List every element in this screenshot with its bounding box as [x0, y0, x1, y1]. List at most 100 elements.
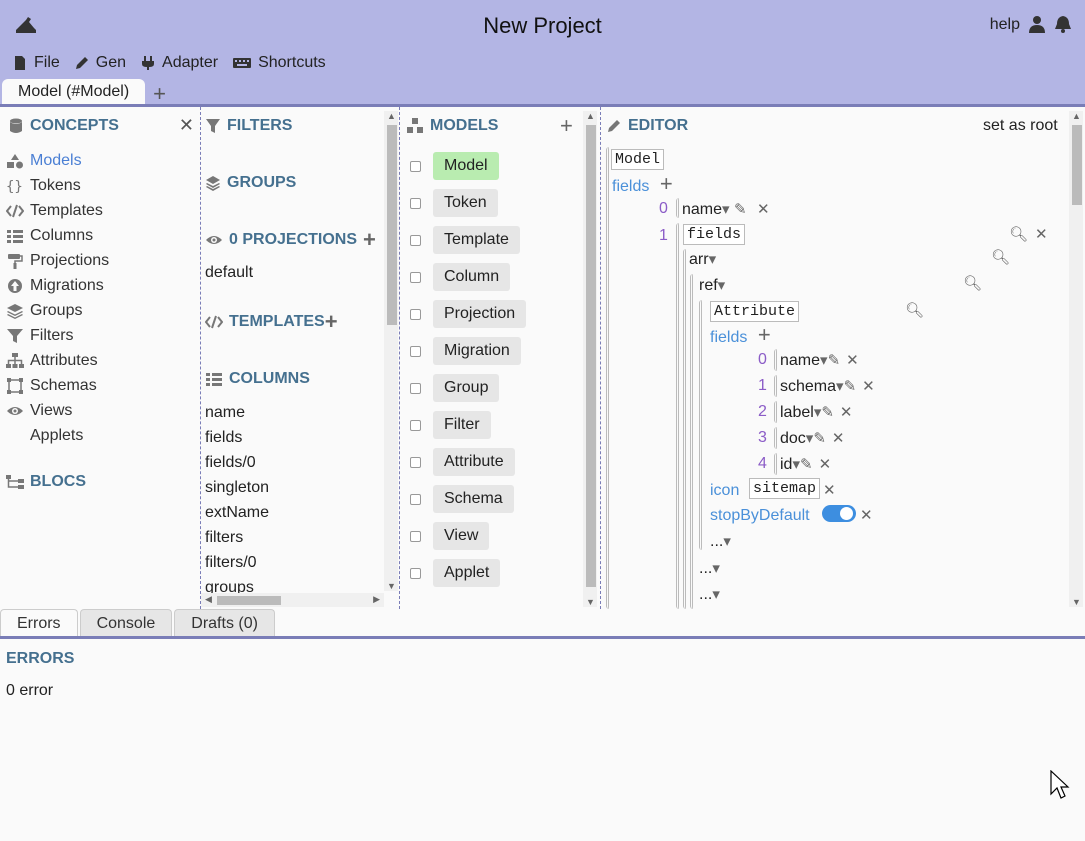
- close-icon[interactable]: ✕: [846, 352, 859, 369]
- field-name[interactable]: name: [780, 352, 820, 369]
- model-chip[interactable]: Filter: [433, 411, 491, 439]
- concept-attributes[interactable]: Attributes: [6, 348, 109, 373]
- tab-drafts[interactable]: Drafts (0): [174, 609, 275, 637]
- model-checkbox[interactable]: [410, 271, 421, 283]
- model-chip[interactable]: Migration: [433, 337, 521, 365]
- model-checkbox[interactable]: [410, 530, 421, 542]
- scroll-thumb[interactable]: [586, 125, 596, 587]
- concept-views[interactable]: Views: [6, 398, 109, 423]
- close-icon[interactable]: ✕: [823, 481, 836, 499]
- close-icon[interactable]: ✕: [1035, 225, 1048, 243]
- model-chip[interactable]: Schema: [433, 485, 514, 513]
- search-icon[interactable]: 🔍︎: [991, 248, 1010, 266]
- help-link[interactable]: help: [990, 16, 1020, 34]
- model-chip[interactable]: View: [433, 522, 490, 550]
- search-icon[interactable]: 🔍︎: [1009, 225, 1028, 243]
- editor-vscrollbar[interactable]: ▲ ▼: [1069, 111, 1083, 607]
- tab-console[interactable]: Console: [79, 609, 173, 637]
- filters-vscrollbar[interactable]: ▲ ▼: [384, 111, 398, 591]
- projections-title[interactable]: 0 PROJECTIONS +: [205, 229, 376, 251]
- chevron-down-icon[interactable]: ▾: [722, 201, 730, 218]
- attribute-type-field[interactable]: Attribute: [710, 301, 800, 322]
- ellipsis-node[interactable]: ...▾: [699, 585, 720, 604]
- concept-models[interactable]: Models: [6, 148, 109, 173]
- close-icon[interactable]: ✕: [832, 430, 845, 447]
- concept-schemas[interactable]: Schemas: [6, 373, 109, 398]
- menu-file[interactable]: File: [12, 54, 60, 72]
- pencil-icon[interactable]: ✎: [734, 201, 747, 218]
- models-vscrollbar[interactable]: ▲ ▼: [583, 111, 597, 607]
- set-as-root-button[interactable]: set as root: [983, 117, 1058, 135]
- pencil-icon[interactable]: ✎: [828, 352, 841, 369]
- add-tab-button[interactable]: +: [153, 83, 166, 105]
- model-checkbox[interactable]: [410, 197, 421, 209]
- stop-by-default-toggle[interactable]: [822, 505, 856, 523]
- concept-tokens[interactable]: {} Tokens: [6, 173, 109, 198]
- field-name[interactable]: id: [780, 456, 792, 473]
- pencil-icon[interactable]: ✎: [821, 404, 834, 421]
- column-item[interactable]: extName: [205, 504, 269, 522]
- ref-node[interactable]: ref▾: [699, 276, 725, 295]
- pencil-icon[interactable]: ✎: [813, 430, 826, 447]
- add-field-button[interactable]: +: [660, 171, 673, 196]
- add-model-button[interactable]: +: [560, 115, 573, 137]
- menu-gen[interactable]: Gen: [74, 54, 126, 72]
- ellipsis-node[interactable]: ...▾: [699, 559, 720, 578]
- field-name[interactable]: doc: [780, 430, 806, 447]
- model-checkbox[interactable]: [410, 493, 421, 505]
- fields-type-field[interactable]: fields: [683, 224, 746, 245]
- add-template-button[interactable]: +: [325, 311, 338, 333]
- model-chip[interactable]: Applet: [433, 559, 501, 587]
- field-name[interactable]: label: [780, 404, 814, 421]
- pencil-icon[interactable]: ✎: [844, 378, 857, 395]
- concept-applets[interactable]: Applets: [6, 423, 109, 448]
- search-icon[interactable]: 🔍︎: [905, 301, 924, 319]
- scroll-thumb[interactable]: [387, 125, 397, 325]
- column-item[interactable]: filters: [205, 529, 243, 547]
- filters-hscrollbar[interactable]: ◀ ▶: [201, 593, 384, 607]
- model-checkbox[interactable]: [410, 382, 421, 394]
- concept-filters[interactable]: Filters: [6, 323, 109, 348]
- concept-groups[interactable]: Groups: [6, 298, 109, 323]
- filters-title[interactable]: FILTERS: [205, 117, 292, 135]
- model-chip[interactable]: Attribute: [433, 448, 515, 476]
- columns-title[interactable]: COLUMNS: [205, 370, 310, 388]
- templates-title[interactable]: TEMPLATES +: [205, 311, 338, 333]
- concept-projections[interactable]: Projections: [6, 248, 109, 273]
- arr-node[interactable]: arr▾: [689, 250, 716, 269]
- model-checkbox[interactable]: [410, 345, 421, 357]
- projection-default[interactable]: default: [205, 264, 253, 282]
- model-checkbox[interactable]: [410, 234, 421, 246]
- model-chip[interactable]: Model: [433, 152, 499, 180]
- tab-errors[interactable]: Errors: [0, 609, 78, 637]
- close-icon[interactable]: ✕: [840, 404, 853, 421]
- groups-title[interactable]: GROUPS: [205, 174, 296, 192]
- user-icon[interactable]: [1028, 15, 1046, 33]
- model-chip[interactable]: Projection: [433, 300, 527, 328]
- blocs-title[interactable]: BLOCS: [6, 473, 86, 491]
- field-name[interactable]: schema: [780, 378, 836, 395]
- root-type-field[interactable]: Model: [611, 149, 665, 170]
- search-icon[interactable]: 🔍︎: [963, 274, 982, 292]
- model-chip[interactable]: Group: [433, 374, 500, 402]
- scroll-thumb[interactable]: [217, 596, 281, 605]
- close-icon[interactable]: ✕: [862, 378, 875, 395]
- chevron-down-icon[interactable]: ▾: [836, 378, 844, 395]
- model-chip[interactable]: Column: [433, 263, 511, 291]
- scroll-thumb[interactable]: [1072, 125, 1082, 205]
- concept-columns[interactable]: Columns: [6, 223, 109, 248]
- model-checkbox[interactable]: [410, 308, 421, 320]
- tab-model[interactable]: Model (#Model): [2, 79, 146, 105]
- column-item[interactable]: fields: [205, 429, 242, 447]
- column-item[interactable]: filters/0: [205, 554, 257, 572]
- model-chip[interactable]: Template: [433, 226, 520, 254]
- column-item[interactable]: singleton: [205, 479, 269, 497]
- chevron-down-icon[interactable]: ▾: [792, 456, 800, 473]
- concept-templates[interactable]: Templates: [6, 198, 109, 223]
- icon-value-field[interactable]: sitemap: [749, 478, 821, 499]
- column-item[interactable]: name: [205, 404, 245, 422]
- column-item[interactable]: fields/0: [205, 454, 256, 472]
- pencil-icon[interactable]: ✎: [800, 456, 813, 473]
- close-icon[interactable]: ✕: [860, 506, 873, 524]
- model-checkbox[interactable]: [410, 456, 421, 468]
